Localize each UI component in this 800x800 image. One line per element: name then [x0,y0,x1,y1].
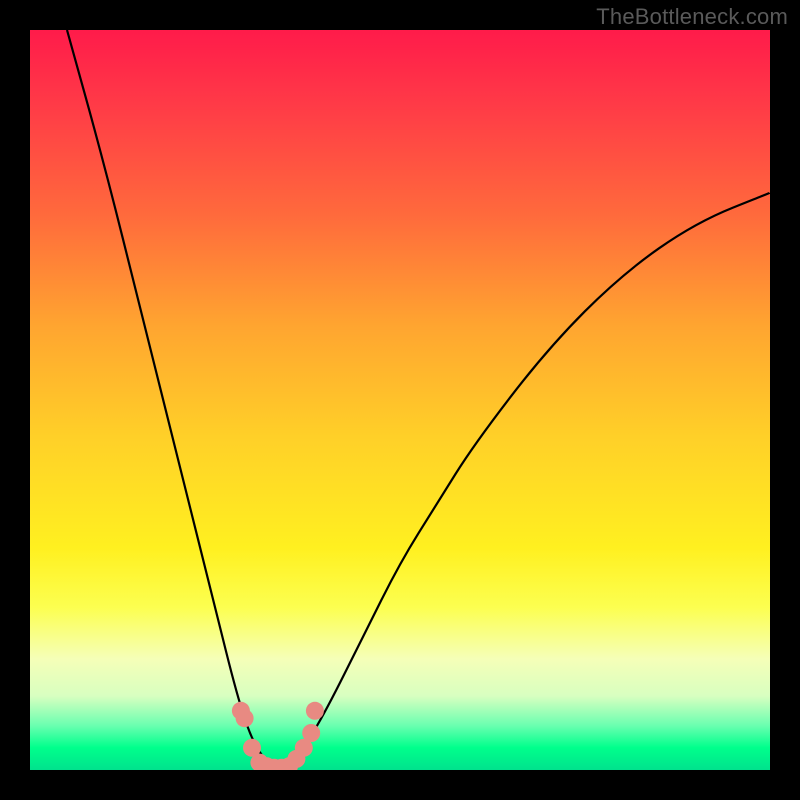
plot-area [30,30,770,770]
highlight-dots-group [232,702,324,770]
highlight-dot [306,702,324,720]
bottleneck-curve-svg [30,30,770,770]
chart-frame: TheBottleneck.com [0,0,800,800]
watermark-text: TheBottleneck.com [596,4,788,30]
bottleneck-curve-path [67,30,770,768]
highlight-dot [236,709,254,727]
highlight-dot [302,724,320,742]
